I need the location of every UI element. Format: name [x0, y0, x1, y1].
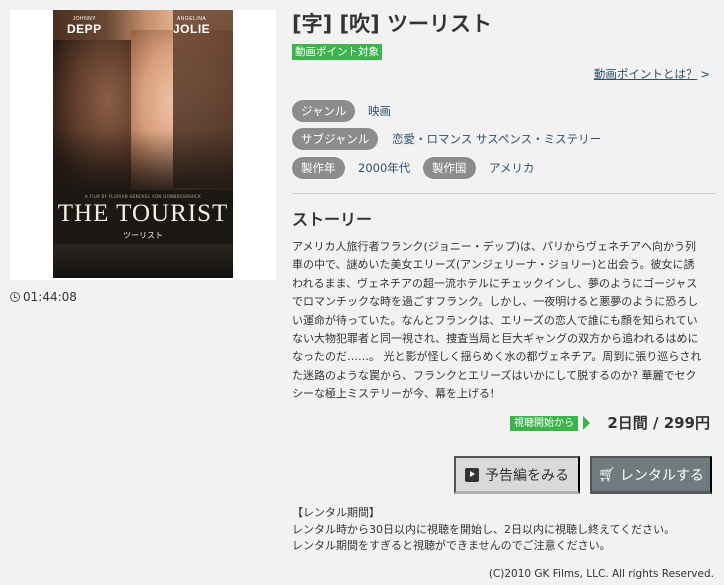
rental-period-line: レンタル期間をすぎると視聴ができませんのでご注意ください。 — [292, 539, 611, 552]
rental-period-heading: 【レンタル期間】 — [292, 506, 380, 519]
story-line: でロマンチックな時を過ごすフランク。しかし、一夜明けると悪夢のように恐ろし — [292, 295, 699, 309]
poster-actor-right: ANGELINA JOLIE — [173, 16, 210, 36]
poster-cityscape — [53, 244, 233, 278]
story-line: アメリカ人旅行者フランク(ジョニー・デップ)は、パリからヴェネチアへ向かう列 — [292, 240, 697, 253]
trailer-button-label: 予告編をみる — [485, 466, 569, 483]
story-line: 車の中で、謎めいた美女エリーズ(アンジェリーナ・ジョリー)と出会う。彼女に誘 — [292, 258, 695, 272]
rental-price: 2日間 / 299円 — [607, 414, 710, 432]
poster-credit: A FILM BY FLORIAN HENCKEL VON DONNERSMAR… — [84, 194, 202, 199]
story-line: われるまま、ヴェネチアの超一流ホテルにチェックインし、夢のようにゴージャス — [292, 276, 698, 290]
subgenre-value-link[interactable]: 恋愛・ロマンス サスペンス・ミステリー — [392, 128, 601, 150]
poster-title: THE TOURIST — [57, 200, 229, 227]
play-icon — [465, 467, 479, 482]
rent-button-label: レンタルする — [619, 466, 704, 483]
chevron-right-icon: > — [700, 67, 710, 81]
rental-period-info: 【レンタル期間】 レンタル時から30日以内に視聴を開始し、2日以内に視聴し終えて… — [292, 505, 716, 555]
story-line: なったのだ……。 光と影が怪しく揺らめく水の都ヴェネチア。周到に張り巡らされ — [292, 350, 702, 364]
point-info-link-text[interactable]: 動画ポイントとは？ — [594, 67, 698, 81]
tag-country: 製作国 — [423, 157, 476, 179]
tag-year: 製作年 — [292, 157, 345, 179]
poster-shade — [53, 130, 233, 200]
tag-genre: ジャンル — [292, 100, 356, 122]
divider — [292, 193, 716, 194]
story-line: た迷路のような罠から、フランクとエリーズはいかにして脱するのか? 華麗でセク — [292, 368, 697, 382]
tag-subgenre: サブジャンル — [292, 128, 379, 150]
genre-value-link[interactable]: 映画 — [368, 100, 391, 122]
page-title: [字] [吹] ツーリスト — [292, 12, 493, 36]
country-value-link[interactable]: アメリカ — [489, 157, 534, 179]
movie-poster: JOHNNY DEPP ANGELINA JOLIE A FILM BY FLO… — [53, 10, 233, 278]
rental-period-line: レンタル時から30日以内に視聴を開始し、2日以内に視聴し終えてください。 — [292, 522, 676, 536]
point-target-badge: 動画ポイント対象 — [292, 44, 382, 60]
duration-text: 01:44:08 — [23, 290, 77, 304]
cart-icon: 🛒︎ — [598, 466, 616, 482]
story-line: ない大物犯罪者と同一視され、捜査当局と巨大ギャングの双方から追われるはめに — [292, 332, 699, 346]
story-heading: ストーリー — [292, 210, 373, 229]
clock-icon — [10, 292, 20, 302]
poster-subtitle: ツーリスト — [123, 231, 163, 240]
badge-arrow-icon — [583, 416, 590, 430]
poster-actor-right-last: JOLIE — [173, 22, 211, 36]
poster-actor-left: JOHNNY DEPP — [67, 16, 102, 36]
copyright: (C)2010 GK Films, LLC. All rights Reserv… — [488, 568, 714, 580]
poster-actor-left-last: DEPP — [67, 22, 102, 36]
story-text: アメリカ人旅行者フランク(ジョニー・デップ)は、パリからヴェネチアへ向かう列 車… — [292, 238, 716, 404]
year-value-link[interactable]: 2000年代 — [358, 157, 410, 179]
viewing-period-badge: 視聴開始から — [510, 416, 578, 431]
story-line: い運命が待っていた。なんとフランクは、エリーズの恋人で誰にも顔を知られてい — [292, 313, 698, 327]
point-info-link[interactable]: 動画ポイントとは？ > — [594, 66, 710, 82]
rent-button[interactable]: 🛒︎ レンタルする — [590, 456, 712, 494]
poster-frame: JOHNNY DEPP ANGELINA JOLIE A FILM BY FLO… — [10, 10, 276, 280]
duration: 01:44:08 — [10, 290, 77, 304]
trailer-button[interactable]: 予告編をみる — [454, 456, 580, 494]
story-line: シーな極上ミステリーが今、幕を上げる! — [292, 387, 495, 401]
